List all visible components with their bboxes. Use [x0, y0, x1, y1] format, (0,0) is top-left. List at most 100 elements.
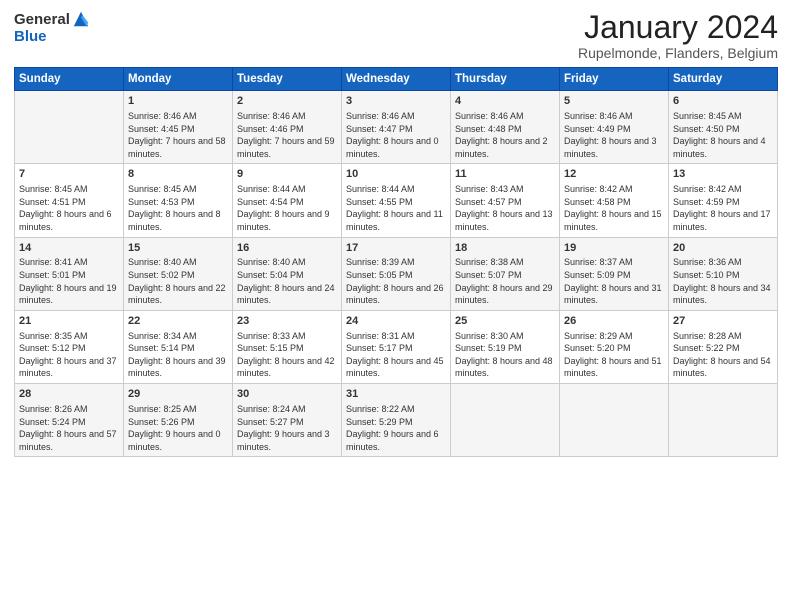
- day-info: Sunrise: 8:36 AMSunset: 5:10 PMDaylight:…: [673, 256, 773, 306]
- logo: General Blue: [14, 10, 90, 46]
- day-number: 14: [19, 241, 119, 256]
- title-block: January 2024 Rupelmonde, Flanders, Belgi…: [578, 10, 778, 61]
- day-number: 12: [564, 167, 664, 182]
- table-row: [560, 384, 669, 457]
- table-row: 17Sunrise: 8:39 AMSunset: 5:05 PMDayligh…: [342, 237, 451, 310]
- table-row: 25Sunrise: 8:30 AMSunset: 5:19 PMDayligh…: [451, 310, 560, 383]
- day-number: 31: [346, 387, 446, 402]
- table-row: 28Sunrise: 8:26 AMSunset: 5:24 PMDayligh…: [15, 384, 124, 457]
- table-row: [669, 384, 778, 457]
- table-row: 1Sunrise: 8:46 AMSunset: 4:45 PMDaylight…: [124, 91, 233, 164]
- day-number: 15: [128, 241, 228, 256]
- day-number: 6: [673, 94, 773, 109]
- day-number: 22: [128, 314, 228, 329]
- day-number: 8: [128, 167, 228, 182]
- table-row: 30Sunrise: 8:24 AMSunset: 5:27 PMDayligh…: [233, 384, 342, 457]
- day-info: Sunrise: 8:24 AMSunset: 5:27 PMDaylight:…: [237, 403, 337, 453]
- day-number: 30: [237, 387, 337, 402]
- header: General Blue January 2024 Rupelmonde, Fl…: [14, 10, 778, 61]
- day-info: Sunrise: 8:44 AMSunset: 4:55 PMDaylight:…: [346, 183, 446, 233]
- main-title: January 2024: [578, 10, 778, 45]
- table-row: 2Sunrise: 8:46 AMSunset: 4:46 PMDaylight…: [233, 91, 342, 164]
- table-row: [451, 384, 560, 457]
- day-info: Sunrise: 8:44 AMSunset: 4:54 PMDaylight:…: [237, 183, 337, 233]
- day-info: Sunrise: 8:26 AMSunset: 5:24 PMDaylight:…: [19, 403, 119, 453]
- day-number: 29: [128, 387, 228, 402]
- table-row: 8Sunrise: 8:45 AMSunset: 4:53 PMDaylight…: [124, 164, 233, 237]
- day-info: Sunrise: 8:42 AMSunset: 4:59 PMDaylight:…: [673, 183, 773, 233]
- day-number: 16: [237, 241, 337, 256]
- table-row: 20Sunrise: 8:36 AMSunset: 5:10 PMDayligh…: [669, 237, 778, 310]
- calendar-row: 7Sunrise: 8:45 AMSunset: 4:51 PMDaylight…: [15, 164, 778, 237]
- col-sunday: Sunday: [15, 68, 124, 91]
- table-row: 24Sunrise: 8:31 AMSunset: 5:17 PMDayligh…: [342, 310, 451, 383]
- day-number: 25: [455, 314, 555, 329]
- page: General Blue January 2024 Rupelmonde, Fl…: [0, 0, 792, 612]
- day-number: 10: [346, 167, 446, 182]
- day-info: Sunrise: 8:46 AMSunset: 4:49 PMDaylight:…: [564, 110, 664, 160]
- day-info: Sunrise: 8:46 AMSunset: 4:45 PMDaylight:…: [128, 110, 228, 160]
- day-number: 24: [346, 314, 446, 329]
- table-row: 31Sunrise: 8:22 AMSunset: 5:29 PMDayligh…: [342, 384, 451, 457]
- day-info: Sunrise: 8:45 AMSunset: 4:51 PMDaylight:…: [19, 183, 119, 233]
- calendar-row: 28Sunrise: 8:26 AMSunset: 5:24 PMDayligh…: [15, 384, 778, 457]
- day-info: Sunrise: 8:45 AMSunset: 4:53 PMDaylight:…: [128, 183, 228, 233]
- day-info: Sunrise: 8:39 AMSunset: 5:05 PMDaylight:…: [346, 256, 446, 306]
- calendar-table: Sunday Monday Tuesday Wednesday Thursday…: [14, 67, 778, 457]
- table-row: 5Sunrise: 8:46 AMSunset: 4:49 PMDaylight…: [560, 91, 669, 164]
- table-row: 4Sunrise: 8:46 AMSunset: 4:48 PMDaylight…: [451, 91, 560, 164]
- table-row: 29Sunrise: 8:25 AMSunset: 5:26 PMDayligh…: [124, 384, 233, 457]
- table-row: 13Sunrise: 8:42 AMSunset: 4:59 PMDayligh…: [669, 164, 778, 237]
- day-info: Sunrise: 8:37 AMSunset: 5:09 PMDaylight:…: [564, 256, 664, 306]
- table-row: 11Sunrise: 8:43 AMSunset: 4:57 PMDayligh…: [451, 164, 560, 237]
- table-row: 10Sunrise: 8:44 AMSunset: 4:55 PMDayligh…: [342, 164, 451, 237]
- logo-general: General: [14, 11, 70, 28]
- day-info: Sunrise: 8:38 AMSunset: 5:07 PMDaylight:…: [455, 256, 555, 306]
- table-row: 19Sunrise: 8:37 AMSunset: 5:09 PMDayligh…: [560, 237, 669, 310]
- day-info: Sunrise: 8:46 AMSunset: 4:47 PMDaylight:…: [346, 110, 446, 160]
- table-row: 15Sunrise: 8:40 AMSunset: 5:02 PMDayligh…: [124, 237, 233, 310]
- day-number: 17: [346, 241, 446, 256]
- day-number: 19: [564, 241, 664, 256]
- table-row: 23Sunrise: 8:33 AMSunset: 5:15 PMDayligh…: [233, 310, 342, 383]
- day-info: Sunrise: 8:42 AMSunset: 4:58 PMDaylight:…: [564, 183, 664, 233]
- day-info: Sunrise: 8:40 AMSunset: 5:02 PMDaylight:…: [128, 256, 228, 306]
- calendar-row: 21Sunrise: 8:35 AMSunset: 5:12 PMDayligh…: [15, 310, 778, 383]
- day-number: 7: [19, 167, 119, 182]
- day-number: 20: [673, 241, 773, 256]
- day-info: Sunrise: 8:29 AMSunset: 5:20 PMDaylight:…: [564, 330, 664, 380]
- logo-blue: Blue: [14, 28, 47, 45]
- day-info: Sunrise: 8:46 AMSunset: 4:46 PMDaylight:…: [237, 110, 337, 160]
- col-monday: Monday: [124, 68, 233, 91]
- header-row: Sunday Monday Tuesday Wednesday Thursday…: [15, 68, 778, 91]
- day-info: Sunrise: 8:28 AMSunset: 5:22 PMDaylight:…: [673, 330, 773, 380]
- subtitle: Rupelmonde, Flanders, Belgium: [578, 45, 778, 61]
- day-number: 1: [128, 94, 228, 109]
- day-info: Sunrise: 8:25 AMSunset: 5:26 PMDaylight:…: [128, 403, 228, 453]
- table-row: 7Sunrise: 8:45 AMSunset: 4:51 PMDaylight…: [15, 164, 124, 237]
- day-number: 28: [19, 387, 119, 402]
- col-tuesday: Tuesday: [233, 68, 342, 91]
- day-number: 11: [455, 167, 555, 182]
- day-info: Sunrise: 8:30 AMSunset: 5:19 PMDaylight:…: [455, 330, 555, 380]
- day-info: Sunrise: 8:46 AMSunset: 4:48 PMDaylight:…: [455, 110, 555, 160]
- table-row: 3Sunrise: 8:46 AMSunset: 4:47 PMDaylight…: [342, 91, 451, 164]
- table-row: 12Sunrise: 8:42 AMSunset: 4:58 PMDayligh…: [560, 164, 669, 237]
- col-saturday: Saturday: [669, 68, 778, 91]
- table-row: 26Sunrise: 8:29 AMSunset: 5:20 PMDayligh…: [560, 310, 669, 383]
- table-row: 18Sunrise: 8:38 AMSunset: 5:07 PMDayligh…: [451, 237, 560, 310]
- table-row: [15, 91, 124, 164]
- table-row: 21Sunrise: 8:35 AMSunset: 5:12 PMDayligh…: [15, 310, 124, 383]
- col-friday: Friday: [560, 68, 669, 91]
- day-number: 4: [455, 94, 555, 109]
- col-wednesday: Wednesday: [342, 68, 451, 91]
- logo-icon: [72, 10, 90, 28]
- calendar-row: 14Sunrise: 8:41 AMSunset: 5:01 PMDayligh…: [15, 237, 778, 310]
- table-row: 22Sunrise: 8:34 AMSunset: 5:14 PMDayligh…: [124, 310, 233, 383]
- day-number: 21: [19, 314, 119, 329]
- day-info: Sunrise: 8:43 AMSunset: 4:57 PMDaylight:…: [455, 183, 555, 233]
- day-number: 13: [673, 167, 773, 182]
- day-number: 9: [237, 167, 337, 182]
- day-number: 23: [237, 314, 337, 329]
- day-info: Sunrise: 8:35 AMSunset: 5:12 PMDaylight:…: [19, 330, 119, 380]
